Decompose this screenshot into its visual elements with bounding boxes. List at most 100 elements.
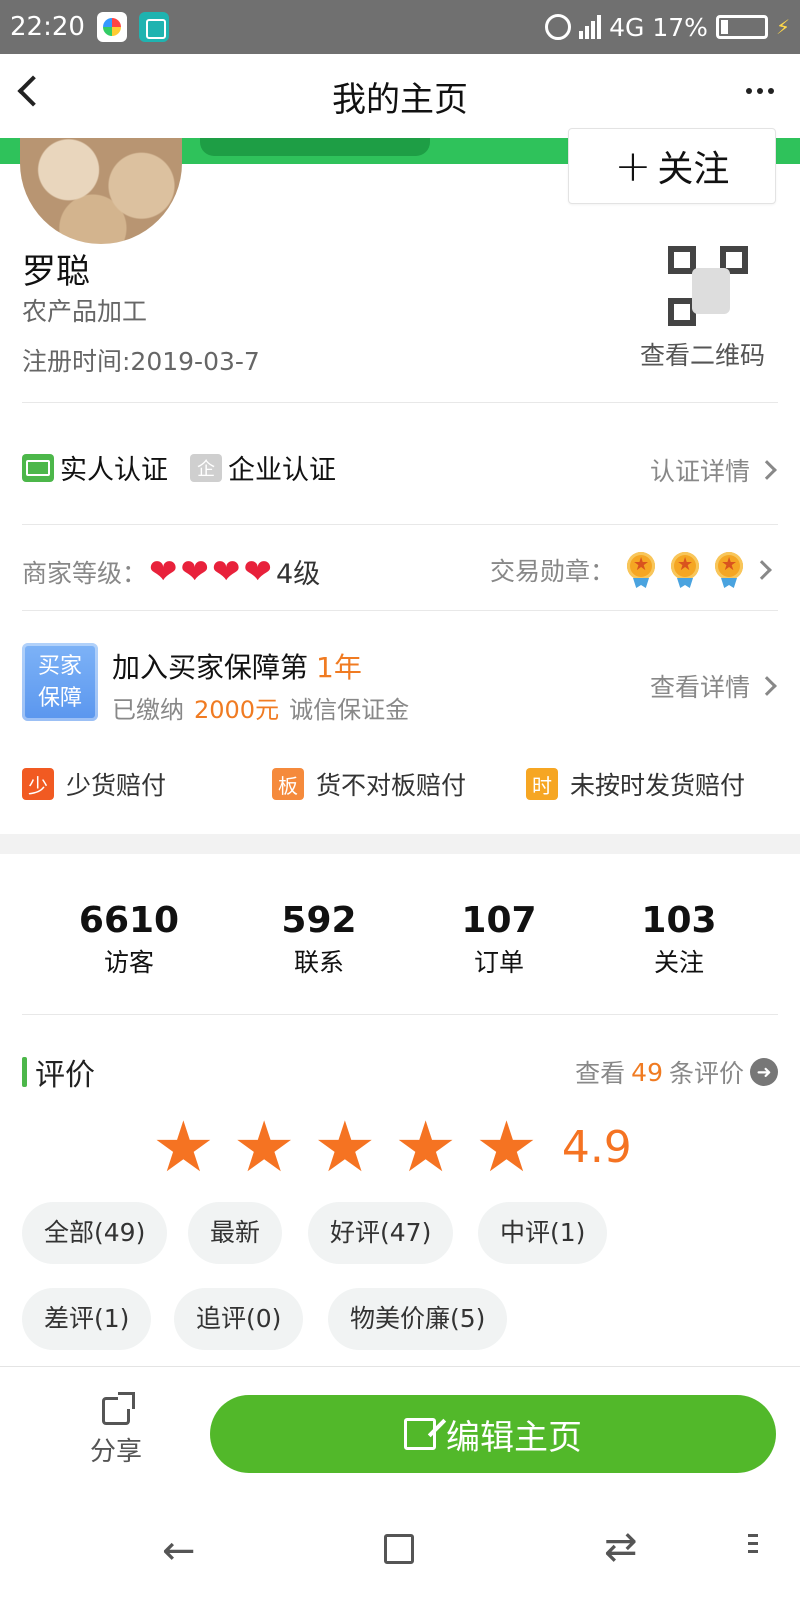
reviews-title: 评价 [35, 1058, 95, 1093]
reviews-count: 49 [631, 1057, 663, 1087]
compensation-item: 时 未按时发货赔付 [526, 766, 745, 802]
trade-medals[interactable]: 交易勋章： [490, 552, 772, 588]
back-arrow-icon[interactable] [17, 75, 49, 107]
medal-icon [669, 552, 701, 588]
rating-score: 4.9 [561, 1121, 632, 1173]
review-filter-good-value[interactable]: 物美价廉(5) [328, 1288, 508, 1350]
follow-button[interactable]: + 关注 [568, 128, 776, 204]
share-icon [102, 1397, 130, 1425]
share-button[interactable]: 分享 [84, 1397, 148, 1468]
late-delivery-icon: 时 [526, 768, 558, 800]
view-all-reviews-link[interactable]: 查看 49 条评价 ➜ [575, 1054, 778, 1090]
clock: 22:20 [10, 12, 85, 42]
stat-visitors[interactable]: 6610 访客 [44, 900, 214, 979]
nav-recent-apps-icon[interactable]: ⇄ [604, 1524, 638, 1570]
stat-orders[interactable]: 107 订单 [414, 900, 584, 979]
review-filter-latest[interactable]: 最新 [188, 1202, 283, 1264]
deposit-prefix: 已缴纳 [112, 696, 184, 724]
follow-button-label: 关注 [657, 149, 730, 190]
guarantee-details-label: 查看详情 [649, 673, 750, 702]
guarantee-deposit: 已缴纳 2000元 诚信保证金 [112, 690, 409, 725]
edit-homepage-button[interactable]: 编辑主页 [210, 1395, 776, 1473]
compensation-label: 货不对板赔付 [316, 771, 467, 800]
review-filter-negative[interactable]: 差评(1) [22, 1288, 152, 1350]
nav-back-icon[interactable]: ← [162, 1528, 196, 1574]
stat-label: 订单 [473, 948, 524, 977]
signal-icon [579, 15, 602, 39]
star-icon: ★ [313, 1106, 377, 1188]
top-nav-bar: 我的主页 [0, 54, 800, 138]
chevron-right-icon [757, 676, 777, 696]
review-filter-all[interactable]: 全部(49) [22, 1202, 168, 1264]
cert-details-link[interactable]: 认证详情 [649, 452, 777, 488]
battery-percent: 17% [652, 12, 708, 42]
stat-followers[interactable]: 103 关注 [594, 900, 764, 979]
more-options-icon[interactable] [746, 88, 774, 94]
enterprise-cert-label: 企业认证 [228, 455, 336, 486]
stat-number: 6610 [78, 900, 180, 941]
guarantee-details-link[interactable]: 查看详情 [649, 668, 777, 704]
real-person-cert-label: 实人认证 [60, 455, 168, 486]
guarantee-title-text: 加入买家保障第 [112, 651, 309, 684]
reviews-link-suffix: 条评价 [668, 1059, 744, 1088]
review-filter-positive[interactable]: 好评(47) [308, 1202, 454, 1264]
stat-number: 103 [641, 900, 717, 941]
medal-icon [625, 552, 657, 588]
profile-category: 农产品加工 [22, 297, 148, 326]
divider [22, 1014, 778, 1015]
short-goods-icon: 少 [22, 768, 54, 800]
stat-label: 联系 [293, 948, 344, 977]
reviews-header: 评价 [22, 1050, 95, 1094]
star-list: ★ ★ ★ ★ ★ [152, 1112, 538, 1182]
heart-icon: ❤ [212, 551, 241, 592]
register-date: 注册时间:2019-03-7 [22, 347, 260, 376]
medal-list [625, 552, 745, 588]
stat-number: 592 [281, 900, 357, 941]
rating-stars: ★ ★ ★ ★ ★ 4.9 [152, 1112, 632, 1182]
review-filter-followup[interactable]: 追评(0) [174, 1288, 304, 1350]
deposit-amount: 2000元 [194, 696, 280, 724]
bottom-action-bar: 分享 编辑主页 [0, 1366, 800, 1494]
stat-label: 关注 [653, 948, 704, 977]
qr-code-link[interactable]: 查看二维码 [640, 336, 765, 372]
chevron-right-icon [757, 460, 777, 480]
star-icon: ★ [394, 1106, 458, 1188]
stat-contacts[interactable]: 592 联系 [234, 900, 404, 979]
battery-icon [715, 15, 768, 39]
nav-menu-icon[interactable] [748, 1534, 758, 1553]
id-card-icon [22, 453, 54, 482]
edit-homepage-label: 编辑主页 [446, 1417, 582, 1458]
cert-details-label: 认证详情 [649, 457, 750, 486]
avatar[interactable] [20, 138, 182, 244]
star-icon: ★ [152, 1106, 215, 1188]
merchant-level-value: 4级 [276, 559, 321, 590]
plus-icon: + [614, 140, 652, 192]
enterprise-cert: 企业认证 [190, 448, 336, 487]
mismatch-icon: 板 [272, 768, 304, 800]
stat-label: 访客 [103, 948, 154, 977]
compensation-label: 未按时发货赔付 [570, 771, 746, 800]
enterprise-icon [190, 453, 222, 482]
divider [22, 524, 778, 525]
guarantee-years: 1年 [316, 651, 362, 684]
status-bar: 22:20 4G 17% ⚡ [0, 0, 800, 54]
divider [22, 610, 778, 611]
trade-medals-label: 交易勋章： [490, 557, 616, 586]
review-filter-neutral[interactable]: 中评(1) [478, 1202, 608, 1264]
profile-name: 罗聪 [22, 252, 90, 292]
qr-code-icon[interactable] [668, 246, 748, 326]
arrow-right-icon: ➜ [750, 1058, 778, 1086]
stat-number: 107 [461, 900, 537, 941]
guarantee-title: 加入买家保障第 1年 [112, 646, 362, 686]
edit-icon [404, 1418, 436, 1450]
alarm-icon [545, 14, 572, 40]
charging-icon: ⚡ [775, 15, 790, 39]
scan-notification-icon [138, 12, 169, 42]
merchant-level-label: 商家等级： [22, 558, 148, 588]
section-accent-bar [22, 1057, 27, 1087]
badge-line-2: 保障 [37, 686, 82, 711]
section-separator [0, 834, 800, 854]
nav-home-icon[interactable] [384, 1534, 414, 1564]
compensation-item: 板 货不对板赔付 [272, 766, 466, 802]
medal-icon [713, 552, 745, 588]
